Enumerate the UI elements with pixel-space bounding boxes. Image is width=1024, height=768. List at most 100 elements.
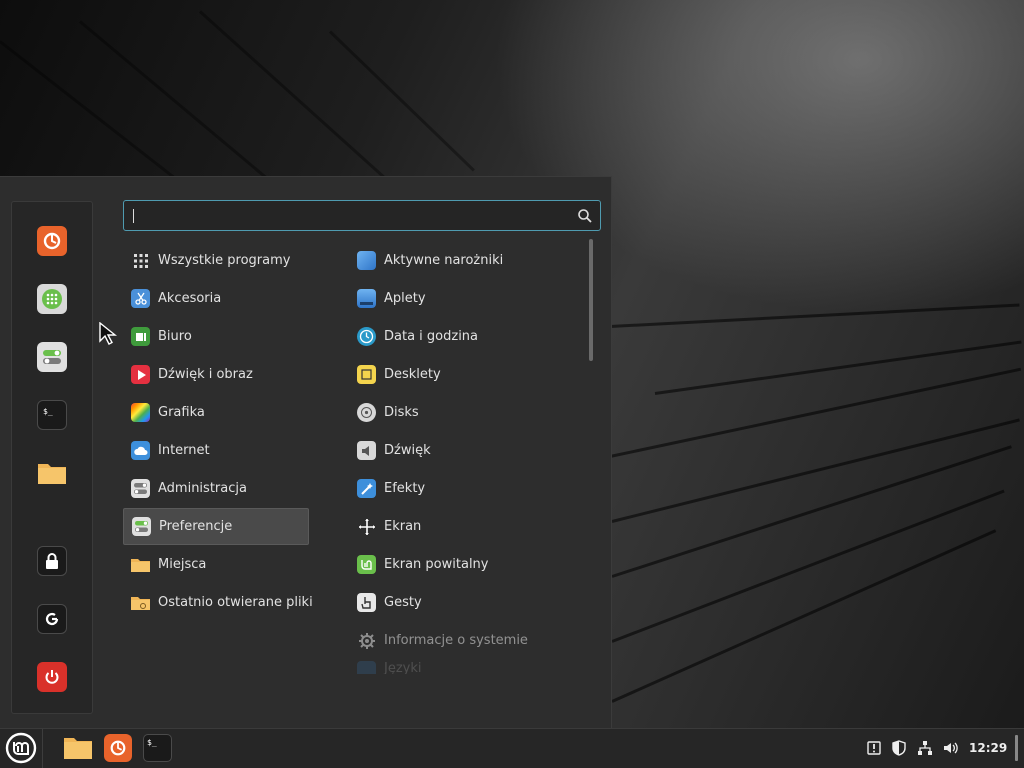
app-display[interactable]: Ekran [349, 508, 581, 545]
category-administration[interactable]: Administracja [123, 470, 309, 507]
taskbar-files-launcher[interactable] [62, 733, 94, 763]
category-sound-video[interactable]: Dźwięk i obraz [123, 356, 309, 393]
app-label: Ekran [384, 519, 422, 534]
category-label: Grafika [158, 405, 205, 420]
clock-icon [357, 327, 376, 346]
app-disks[interactable]: Disks [349, 394, 581, 431]
volume-icon[interactable] [943, 740, 959, 756]
lock-screen-button[interactable] [37, 546, 67, 576]
terminal-favorite-button[interactable]: $_ [37, 400, 67, 430]
power-icon [45, 670, 59, 684]
svg-text:$_: $_ [147, 738, 157, 747]
app-hot-corners[interactable]: Aktywne narożniki [349, 242, 581, 279]
graphics-icon [131, 403, 150, 422]
category-graphics[interactable]: Grafika [123, 394, 309, 431]
app-label: Desklety [384, 367, 441, 382]
category-label: Wszystkie programy [158, 253, 291, 268]
terminal-icon: $_ [147, 738, 157, 747]
gestures-icon [357, 593, 376, 612]
disks-icon [357, 403, 376, 422]
app-languages[interactable]: Języki [349, 660, 581, 674]
app-gestures[interactable]: Gesty [349, 584, 581, 621]
software-manager-favorite-button[interactable] [37, 284, 67, 314]
toggle-settings-icon [43, 350, 61, 364]
update-shield-icon[interactable] [891, 740, 907, 756]
app-label: Języki [384, 661, 422, 674]
app-label: Efekty [384, 481, 426, 496]
app-label: Gesty [384, 595, 422, 610]
folder-icon [38, 464, 66, 484]
scissors-icon [131, 289, 150, 308]
desklets-icon [357, 365, 376, 384]
show-desktop-button[interactable] [1015, 735, 1018, 761]
linux-mint-logo-icon [5, 732, 37, 764]
folder-icon [64, 738, 92, 759]
category-accessories[interactable]: Akcesoria [123, 280, 309, 317]
menu-button[interactable] [5, 732, 37, 764]
languages-icon [357, 661, 376, 674]
category-label: Internet [158, 443, 210, 458]
search-box[interactable] [123, 200, 601, 231]
app-label: Informacje o systemie [384, 633, 528, 648]
app-label: Aktywne narożniki [384, 253, 504, 268]
app-applets[interactable]: Aplety [349, 280, 581, 317]
welcome-icon [357, 555, 376, 574]
clock-label[interactable]: 12:29 [969, 741, 1007, 755]
display-icon [357, 517, 376, 536]
category-internet[interactable]: Internet [123, 432, 309, 469]
application-menu: $_ Wszystkie programy Akcesoria Biuro Dź… [0, 176, 612, 728]
menu-sidebar: $_ [11, 201, 93, 714]
firefox-icon [110, 740, 126, 756]
network-icon[interactable] [917, 740, 933, 756]
admin-toggle-icon [131, 479, 150, 498]
office-icon [131, 327, 150, 346]
firefox-favorite-button[interactable] [37, 226, 67, 256]
app-desklets[interactable]: Desklety [349, 356, 581, 393]
app-welcome-screen[interactable]: Ekran powitalny [349, 546, 581, 583]
app-label: Disks [384, 405, 419, 420]
grid-icon [131, 251, 150, 270]
settings-favorite-button[interactable] [37, 342, 67, 372]
category-recent-files[interactable]: Ostatnio otwierane pliki [123, 584, 313, 621]
app-effects[interactable]: Efekty [349, 470, 581, 507]
system-info-icon [357, 631, 376, 650]
taskbar-firefox-launcher[interactable] [104, 734, 132, 762]
folder-icon [131, 555, 150, 574]
cloud-icon [131, 441, 150, 460]
app-label: Aplety [384, 291, 426, 306]
search-input[interactable] [130, 205, 570, 226]
category-label: Ostatnio otwierane pliki [158, 595, 313, 610]
lock-icon [46, 553, 58, 569]
files-favorite-button[interactable] [37, 458, 67, 488]
category-label: Administracja [158, 481, 247, 496]
app-label: Dźwięk [384, 443, 431, 458]
firefox-icon [43, 232, 61, 250]
apps-scrollbar[interactable] [589, 239, 593, 361]
recent-folder-icon [131, 593, 150, 612]
mouse-cursor-icon [99, 322, 117, 345]
category-places[interactable]: Miejsca [123, 546, 309, 583]
taskbar: $_ 12:29 [0, 728, 1024, 768]
search-icon[interactable] [577, 208, 593, 224]
category-office[interactable]: Biuro [123, 318, 309, 355]
category-label: Dźwięk i obraz [158, 367, 253, 382]
category-all-programs[interactable]: Wszystkie programy [123, 242, 309, 279]
app-date-time[interactable]: Data i godzina [349, 318, 581, 355]
software-manager-icon [42, 289, 62, 309]
speaker-icon [357, 441, 376, 460]
terminal-icon: $_ [43, 407, 53, 416]
app-sound[interactable]: Dźwięk [349, 432, 581, 469]
category-label: Akcesoria [158, 291, 222, 306]
shutdown-button[interactable] [37, 662, 67, 692]
app-system-info[interactable]: Informacje o systemie [349, 622, 581, 659]
logout-icon [45, 612, 59, 626]
svg-text:$_: $_ [43, 407, 53, 416]
logout-button[interactable] [37, 604, 67, 634]
applets-icon [357, 289, 376, 308]
hot-corners-icon [357, 251, 376, 270]
taskbar-terminal-launcher[interactable]: $_ [143, 734, 172, 762]
app-label: Ekran powitalny [384, 557, 489, 572]
notifications-icon[interactable] [866, 740, 882, 756]
category-label: Miejsca [158, 557, 207, 572]
category-preferences[interactable]: Preferencje [123, 508, 309, 545]
